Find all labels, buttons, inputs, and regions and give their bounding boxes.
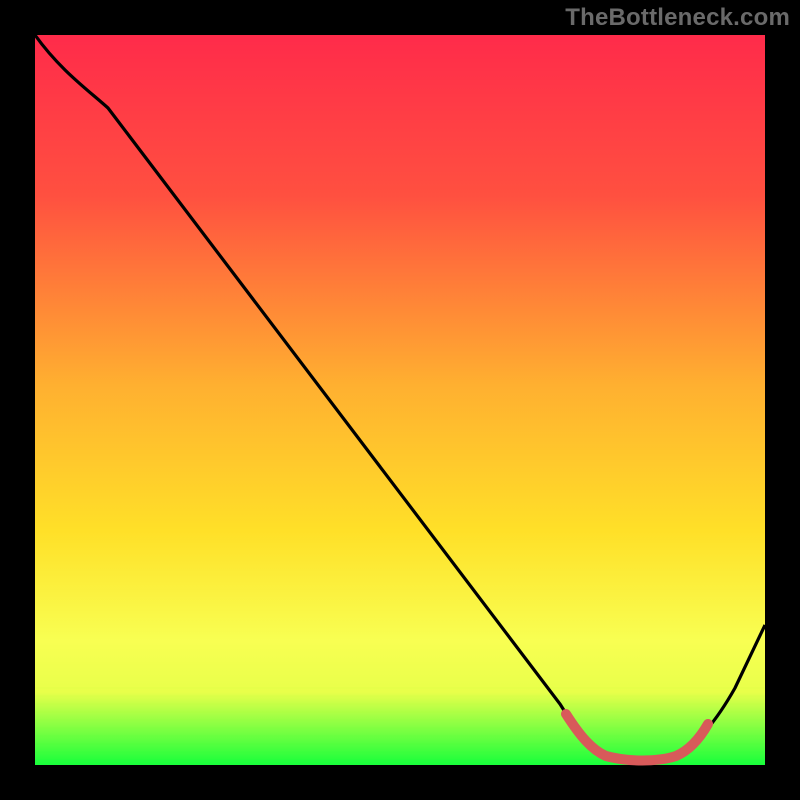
plot-area (35, 35, 765, 765)
watermark-text: TheBottleneck.com (565, 4, 790, 32)
bottleneck-chart (0, 0, 800, 800)
